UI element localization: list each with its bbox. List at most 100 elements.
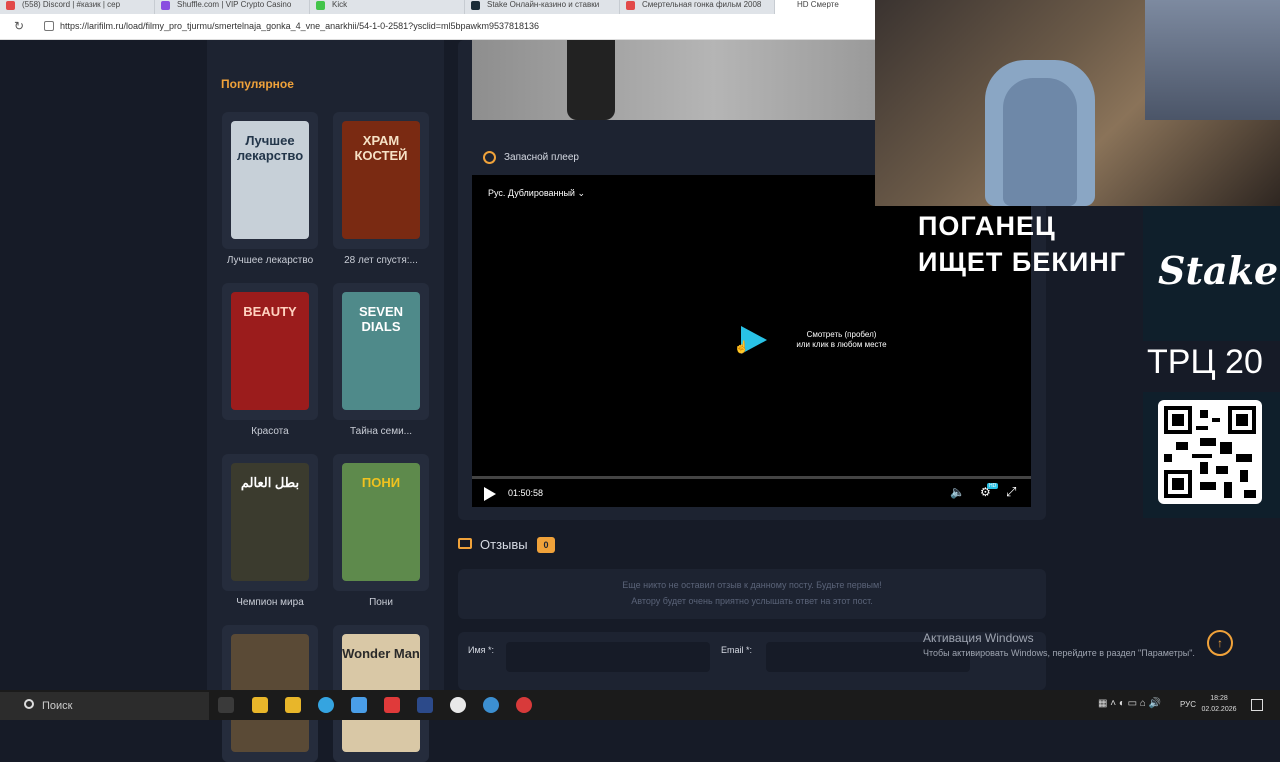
popular-sidebar: Популярное Лучшее лекарство Лучшее лекарс… (207, 40, 444, 762)
tab-label: Kick (332, 0, 348, 9)
movie-poster[interactable]: ПОНИ (342, 463, 420, 581)
tab-favicon (161, 1, 170, 10)
app-icon[interactable] (516, 697, 532, 713)
figure-silhouette (567, 40, 615, 120)
stream-overlay-text-line1: ПОГАНЕЦ (918, 211, 1056, 241)
progress-bar[interactable] (472, 476, 1031, 479)
fullscreen-icon[interactable]: ⤢ (1006, 484, 1016, 500)
name-label: Имя *: (468, 645, 495, 655)
tab-favicon (781, 1, 790, 10)
browser-tab-strip: (558) Discord | #казик | сер Shuffle.com … (0, 0, 875, 14)
player-icon (483, 151, 496, 164)
play-icon[interactable] (484, 487, 496, 501)
store-icon[interactable] (252, 697, 268, 713)
steam-icon[interactable] (417, 697, 433, 713)
gaming-chair-back (1003, 78, 1077, 206)
movie-card[interactable]: ПОНИ (333, 454, 429, 591)
movie-poster[interactable]: BEAUTY (231, 292, 309, 410)
duration-text: 01:50:58 (508, 488, 544, 498)
movie-still (472, 40, 875, 120)
movie-title[interactable]: 28 лет спустя:... (326, 255, 436, 266)
qr-code-graphic (1164, 406, 1256, 498)
movie-card[interactable]: SEVEN DIALS (333, 283, 429, 420)
clock-time[interactable]: 18:28 (1203, 695, 1235, 702)
address-bar[interactable]: ↻ https://larifilm.ru/load/filmy_pro_tju… (0, 14, 875, 40)
movie-title[interactable]: Чемпион мира (215, 597, 325, 608)
popular-heading: Популярное (221, 77, 294, 91)
hand-cursor-icon: ☝ (734, 340, 749, 354)
movie-title[interactable]: Красота (215, 426, 325, 437)
telegram-icon[interactable] (483, 697, 499, 713)
browser-tab[interactable]: Shuffle.com | VIP Crypto Casino (155, 0, 310, 14)
volume-icon[interactable]: 🔈 (950, 485, 965, 499)
language-indicator[interactable]: РУС (1180, 700, 1196, 709)
play-hint-line1: Смотреть (пробел) (806, 330, 877, 339)
audio-track-select[interactable]: Рус. Дублированный ⌄ (488, 188, 585, 199)
mail-icon[interactable] (351, 697, 367, 713)
stream-overlay-text-line2: ИЩЕТ БЕКИНГ (918, 247, 1127, 277)
reviews-empty-subtext: Автору будет очень приятно услышать отве… (631, 596, 873, 606)
file-explorer-icon[interactable] (285, 697, 301, 713)
trc-text: ТРЦ 20 (1147, 343, 1263, 381)
edge-icon[interactable] (318, 697, 334, 713)
name-field[interactable] (506, 642, 710, 672)
poster-text: BEAUTY (243, 304, 297, 319)
browser-tab-active[interactable]: HD Смерте (775, 0, 875, 14)
tab-label: HD Смерте (797, 0, 839, 9)
backup-player-title: Запасной плеер (504, 152, 579, 163)
tab-favicon (471, 1, 480, 10)
tab-favicon (626, 1, 635, 10)
comments-icon (458, 538, 472, 549)
movie-card[interactable]: ХРАМ КОСТЕЙ (333, 112, 429, 249)
movie-poster[interactable]: بطل العالم (231, 463, 309, 581)
movie-title[interactable]: Лучшее лекарство (215, 255, 325, 266)
reviews-count-badge: 0 (537, 537, 555, 553)
clock-date[interactable]: 02.02.2026 (1200, 706, 1238, 713)
tab-label: Shuffle.com | VIP Crypto Casino (177, 0, 292, 9)
reviews-empty-text: Еще никто не оставил отзыв к данному пос… (622, 580, 882, 590)
audio-track-label: Рус. Дублированный (488, 188, 575, 198)
movie-poster[interactable]: ХРАМ КОСТЕЙ (342, 121, 420, 239)
movie-title[interactable]: Тайна семи... (326, 426, 436, 437)
system-tray-icons[interactable]: ▦ ˄ ◐ ▭ ⌂ 🔊 (1098, 698, 1161, 709)
window-view (1145, 0, 1280, 120)
email-label: Email *: (721, 645, 753, 655)
browser-tab[interactable]: Смертельная гонка фильм 2008 (620, 0, 775, 14)
scroll-to-top-button[interactable]: ↑ (1207, 630, 1233, 656)
movie-title[interactable]: Пони (326, 597, 436, 608)
yandex-icon[interactable] (384, 697, 400, 713)
url-text[interactable]: https://larifilm.ru/load/filmy_pro_tjurm… (60, 21, 539, 31)
browser-tab[interactable]: Kick (310, 0, 465, 14)
poster-text: ХРАМ КОСТЕЙ (354, 133, 408, 163)
chevron-down-icon: ⌄ (577, 188, 586, 198)
windows-activation-title: Активация Windows (923, 631, 1034, 645)
tab-label: Смертельная гонка фильм 2008 (642, 0, 762, 9)
notification-icon[interactable] (1251, 699, 1263, 711)
movie-poster[interactable]: Лучшее лекарство (231, 121, 309, 239)
webcam-overlay (875, 0, 1280, 206)
movie-card[interactable]: Лучшее лекарство (222, 112, 318, 249)
windows-activation-text: Чтобы активировать Windows, перейдите в … (923, 648, 1195, 658)
taskbar-search-label: Поиск (42, 700, 73, 712)
poster-text: Wonder Man (342, 646, 420, 661)
tab-label: Stake Онлайн-казино и ставки (487, 0, 600, 9)
browser-tab[interactable]: (558) Discord | #казик | сер (0, 0, 155, 14)
poster-text: ПОНИ (361, 475, 401, 490)
task-view-icon[interactable] (218, 697, 234, 713)
stake-logo: Stake (1158, 248, 1279, 293)
poster-text: Лучшее лекарство (236, 133, 304, 163)
reload-icon[interactable]: ↻ (14, 19, 24, 33)
reviews-empty-box (458, 569, 1046, 619)
page-background (0, 40, 207, 690)
hd-badge: HD (987, 483, 999, 489)
search-icon (24, 699, 34, 709)
movie-card[interactable]: بطل العالم (222, 454, 318, 591)
movie-card[interactable]: BEAUTY (222, 283, 318, 420)
movie-poster[interactable]: SEVEN DIALS (342, 292, 420, 410)
yandex-browser-icon[interactable] (450, 697, 466, 713)
site-info-icon[interactable] (44, 21, 54, 31)
reviews-heading: Отзывы (480, 537, 528, 552)
tab-favicon (6, 1, 15, 10)
tab-label: (558) Discord | #казик | сер (22, 0, 121, 9)
browser-tab[interactable]: Stake Онлайн-казино и ставки (465, 0, 620, 14)
